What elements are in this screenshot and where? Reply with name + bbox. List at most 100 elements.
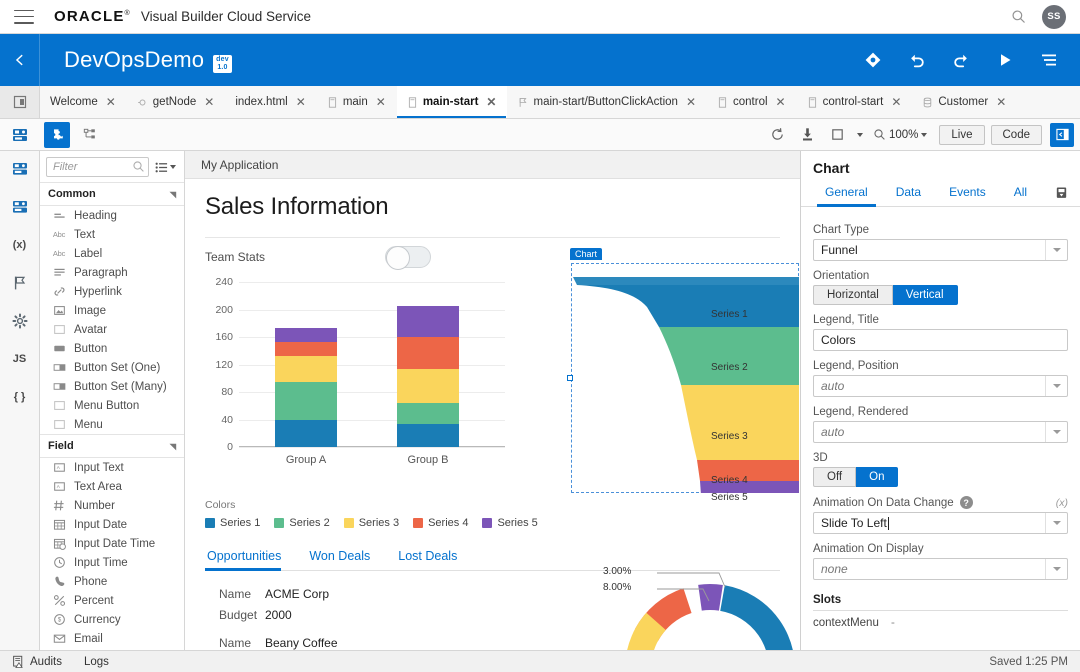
run-icon[interactable] [996,51,1014,69]
audits-button[interactable]: Audits [12,655,62,668]
tabs-lead-icon-button[interactable] [0,86,40,118]
bar-group-b[interactable]: Group B [397,306,459,447]
legend-item-series-2[interactable]: Series 2 [274,517,329,529]
rail-item-components[interactable] [9,197,31,217]
properties-export-button[interactable] [1052,185,1070,203]
legend-item-series-5[interactable]: Series 5 [482,517,537,529]
editor-tab-customer[interactable]: Customer✕ [912,86,1017,118]
palette-item-avatar[interactable]: Avatar [40,320,184,339]
close-icon[interactable]: ✕ [996,96,1006,108]
code-button[interactable]: Code [991,125,1043,145]
help-icon[interactable]: ? [960,496,973,509]
close-icon[interactable]: ✕ [106,96,116,108]
palette-item-input-date-time[interactable]: Input Date Time [40,534,184,553]
editor-tab-index-html[interactable]: index.html✕ [225,86,316,118]
legend-item-series-4[interactable]: Series 4 [413,517,468,529]
close-icon[interactable]: ✕ [686,96,696,108]
editor-tab-control[interactable]: control✕ [707,86,797,118]
toggle-properties-panel-button[interactable] [1050,123,1074,147]
team-stats-switch[interactable] [385,246,431,268]
palette-item-number[interactable]: Number [40,496,184,515]
search-icon[interactable] [1011,9,1026,24]
palette-item-button-set-many[interactable]: Button Set (Many) [40,377,184,396]
import-button[interactable] [793,122,823,148]
menu-icon[interactable] [1040,51,1058,69]
palette-item-label[interactable]: AbcLabel [40,244,184,263]
palette-item-button-set-one[interactable]: Button Set (One) [40,358,184,377]
rail-item-javascript[interactable]: JS [9,349,31,369]
palette-item-paragraph[interactable]: Paragraph [40,263,184,282]
palette-item-input-time[interactable]: Input Time [40,553,184,572]
live-button[interactable]: Live [939,125,984,145]
team-stats-stacked-bar[interactable]: 04080120160200240Group AGroup B [205,278,505,473]
components-palette-button[interactable] [44,122,70,148]
device-dropdown[interactable] [853,122,867,148]
refresh-button[interactable] [763,122,793,148]
properties-tab-general[interactable]: General [811,181,882,206]
logs-button[interactable]: Logs [84,656,109,668]
tab-opportunities[interactable]: Opportunities [205,545,295,570]
close-icon[interactable]: ✕ [776,96,786,108]
properties-tab-events[interactable]: Events [935,181,1000,206]
palette-item-heading[interactable]: Heading [40,206,184,225]
anim-display-select[interactable]: none [813,558,1068,580]
zoom-control[interactable]: 100% [867,128,933,141]
rail-item-variables[interactable]: (x) [9,235,31,255]
palette-item-input-text[interactable]: AInput Text [40,458,184,477]
sales-funnel-chart[interactable]: Chart Series 1 Series 2 Series 3 Series … [571,263,799,493]
rail-item-flows[interactable] [9,273,31,293]
palette-item-phone[interactable]: Phone [40,572,184,591]
structure-view-button[interactable] [78,123,102,147]
orientation-horizontal-button[interactable]: Horizontal [813,285,893,305]
rail-item-settings[interactable] [9,311,31,331]
palette-item-button[interactable]: Button [40,339,184,358]
bar-group-a[interactable]: Group A [275,328,337,447]
hamburger-icon[interactable] [14,10,34,24]
palette-item-menu[interactable]: Menu [40,415,184,434]
legend-rendered-select[interactable]: auto [813,421,1068,443]
close-icon[interactable]: ✕ [376,96,386,108]
collapse-icon[interactable]: ◥ [170,442,176,451]
palette-item-currency[interactable]: $Currency [40,610,184,629]
editor-tab-control-start[interactable]: control-start✕ [797,86,913,118]
anim-change-select[interactable]: Slide To Left [813,512,1068,534]
properties-tab-all[interactable]: All [1000,181,1041,206]
three-d-on-button[interactable]: On [856,467,898,487]
properties-tab-data[interactable]: Data [882,181,935,206]
palette-item-image[interactable]: Image [40,301,184,320]
collapse-icon[interactable]: ◥ [170,190,176,199]
search-icon[interactable] [132,160,145,173]
close-icon[interactable]: ✕ [296,96,306,108]
orientation-vertical-button[interactable]: Vertical [893,285,958,305]
tab-lost-deals[interactable]: Lost Deals [384,545,471,570]
toolbar-lead-icon[interactable] [0,127,40,143]
palette-item-text-area[interactable]: AText Area [40,477,184,496]
rail-item-pages[interactable] [9,159,31,179]
editor-tab-main-start[interactable]: main-start✕ [397,86,508,118]
palette-group-field[interactable]: Field◥ [40,434,184,458]
undo-icon[interactable] [908,51,926,69]
three-d-off-button[interactable]: Off [813,467,856,487]
palette-item-percent[interactable]: Percent [40,591,184,610]
close-icon[interactable]: ✕ [486,96,496,108]
device-preview-button[interactable] [823,122,853,148]
close-icon[interactable]: ✕ [891,96,901,108]
chart-type-select[interactable]: Funnel [813,239,1068,261]
tab-won-deals[interactable]: Won Deals [295,545,384,570]
slot-row-contextmenu[interactable]: contextMenu - [813,611,1068,629]
editor-tab-welcome[interactable]: Welcome✕ [40,86,127,118]
legend-item-series-1[interactable]: Series 1 [205,517,260,529]
close-icon[interactable]: ✕ [204,96,214,108]
design-canvas[interactable]: My Application Sales Information Team St… [185,151,800,650]
palette-item-hyperlink[interactable]: Hyperlink [40,282,184,301]
editor-tab-getnode[interactable]: getNode✕ [127,86,226,118]
back-button[interactable] [0,34,40,86]
palette-group-common[interactable]: Common◥ [40,182,184,206]
editor-tab-main-start-buttonclickaction[interactable]: main-start/ButtonClickAction✕ [507,86,707,118]
avatar[interactable]: SS [1042,5,1066,29]
palette-item-input-date[interactable]: Input Date [40,515,184,534]
palette-item-text[interactable]: AbcText [40,225,184,244]
git-icon[interactable] [864,51,882,69]
rail-item-json[interactable]: { } [9,387,31,407]
deals-donut-chart[interactable]: 3.00% 8.00% 24.0% [585,551,800,650]
